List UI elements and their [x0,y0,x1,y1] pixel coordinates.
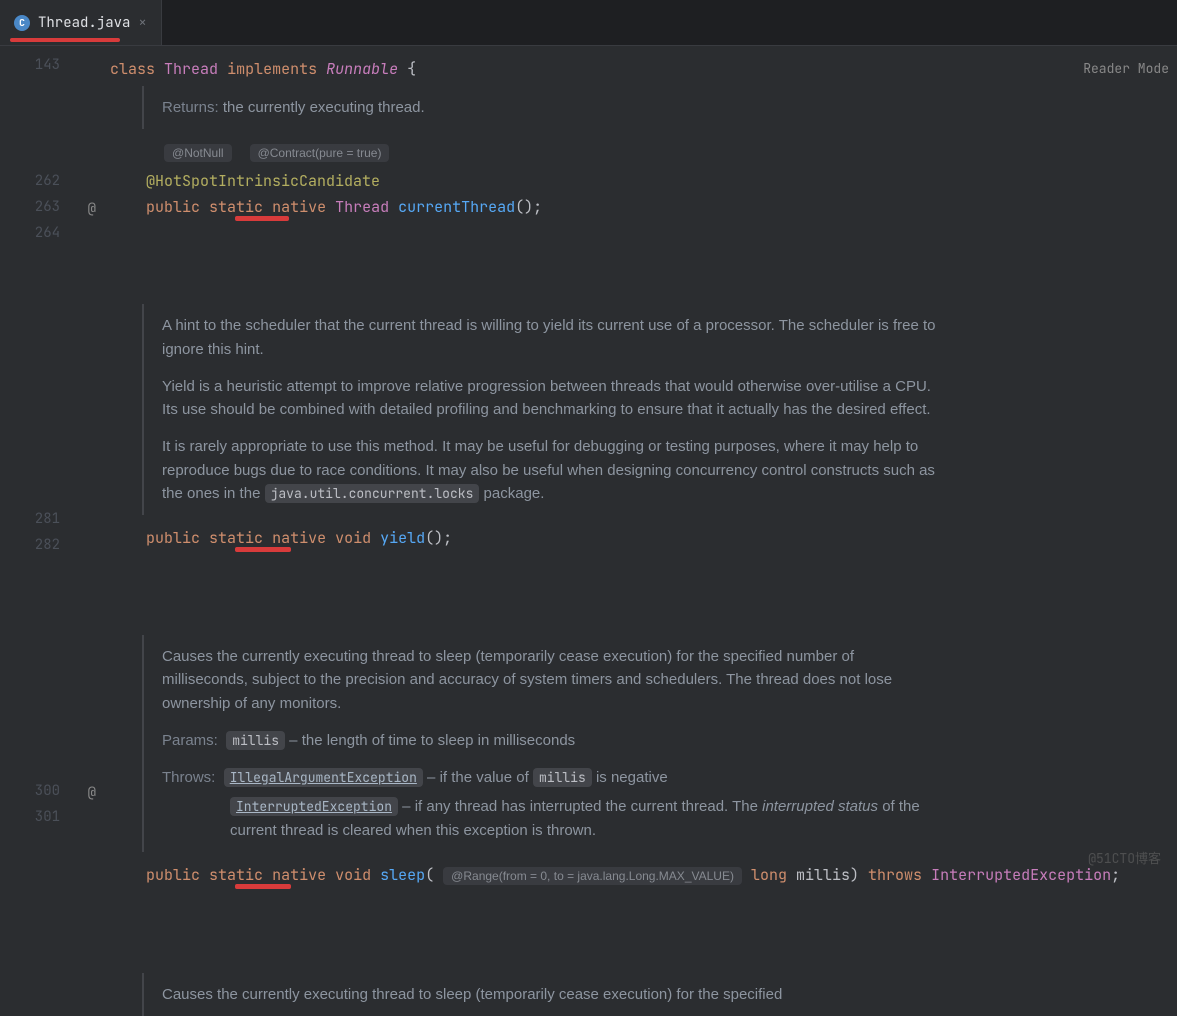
annotation: @HotSpotIntrinsicCandidate [110,168,1177,194]
close-icon[interactable]: × [138,14,146,32]
javadoc-yield: A hint to the scheduler that the current… [142,304,962,515]
javadoc-sleep: Causes the currently executing thread to… [142,635,962,852]
method-yield: public static native void yield(); [110,525,1177,603]
inlay-hints: @NotNull @Contract(pure = true) [110,139,1177,166]
red-underline [235,216,289,221]
line-number[interactable]: 263 @ [0,198,110,224]
line-number[interactable]: 300 @ [0,782,110,808]
tab-bar: C Thread.java × [0,0,1177,46]
method-currentThread: public static native Thread currentThrea… [110,194,1177,272]
red-underline [235,884,291,889]
line-number[interactable]: 143 [0,56,110,82]
tab-thread-java[interactable]: C Thread.java × [0,0,162,45]
line-number[interactable]: 282 [0,536,110,562]
code-area[interactable]: Reader Mode class Thread implements Runn… [110,46,1177,880]
line-number[interactable]: 262 [0,172,110,198]
javadoc-returns: Returns: the currently executing thread. [142,86,962,129]
watermark: @51CTO博客 [1088,846,1161,872]
class-icon: C [14,15,30,31]
method-sleep: public static native void sleep( @Range(… [110,862,1177,941]
editor: 143 262 263 @ 264 281 282 300 @ 301 Read… [0,46,1177,880]
line-number[interactable]: 264 [0,224,110,250]
tab-label: Thread.java [38,14,130,32]
class-signature: class Thread implements Runnable { [110,56,1177,82]
line-number[interactable]: 301 [0,808,110,834]
annotation-gutter-icon[interactable]: @ [88,200,96,218]
red-underline [10,38,120,42]
red-underline [235,547,291,552]
javadoc-sleep2: Causes the currently executing thread to… [142,973,962,1016]
line-number[interactable]: 281 [0,510,110,536]
annotation-gutter-icon[interactable]: @ [88,784,96,802]
gutter: 143 262 263 @ 264 281 282 300 @ 301 [0,46,110,880]
